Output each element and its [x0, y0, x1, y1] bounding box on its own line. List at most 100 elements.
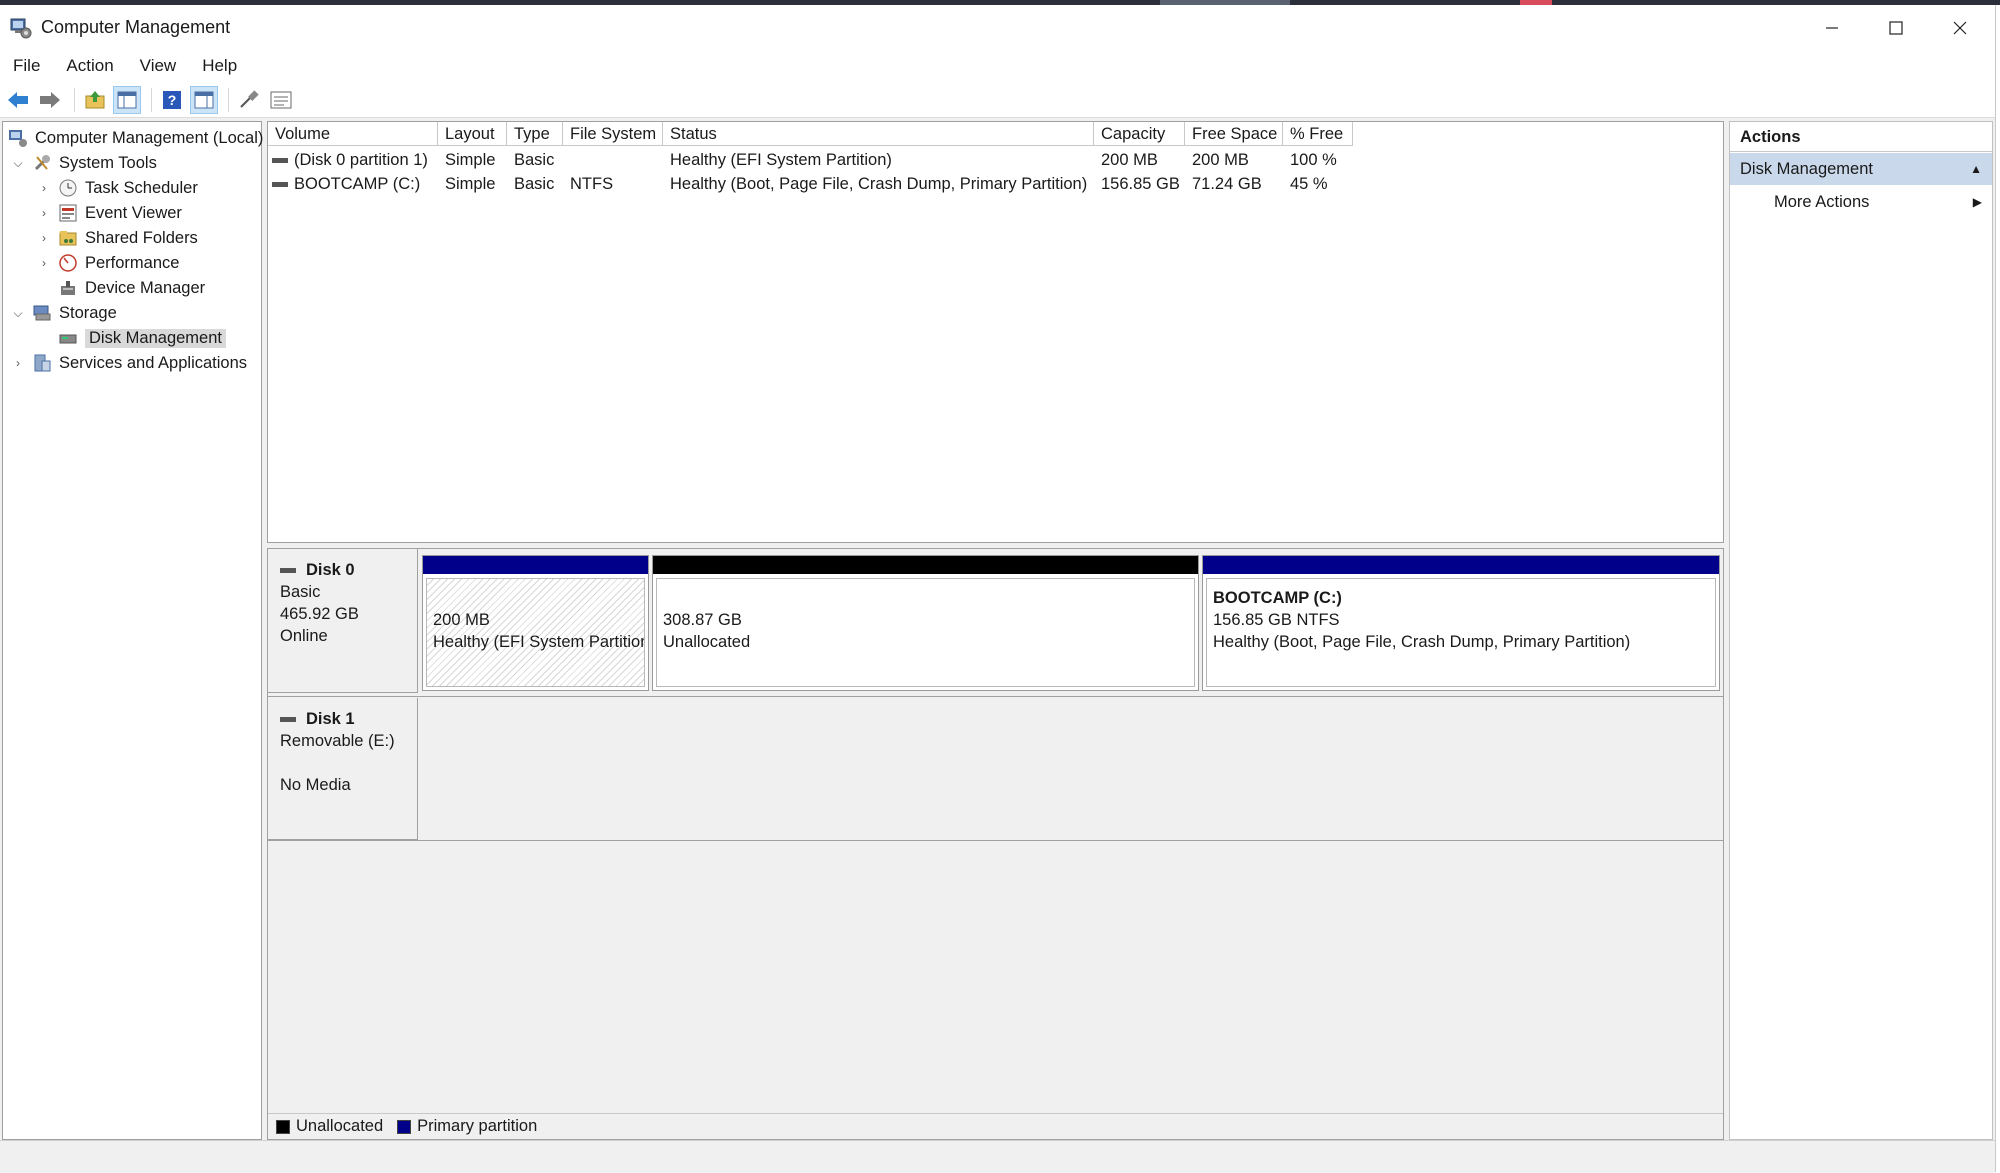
- disk-icon: [280, 567, 296, 573]
- properties-icon: [270, 91, 292, 108]
- file-system-cell: [563, 148, 663, 172]
- tree-item-task-scheduler[interactable]: › Task Scheduler: [37, 176, 198, 200]
- disk-0-label[interactable]: Disk 0 Basic 465.92 GB Online: [268, 549, 418, 693]
- partition-title: BOOTCAMP (C:): [1213, 589, 1342, 607]
- legend-label: Primary partition: [417, 1117, 538, 1135]
- tree-item-device-manager[interactable]: Device Manager: [57, 276, 205, 300]
- storage-icon: [31, 302, 53, 324]
- forward-button[interactable]: [36, 86, 64, 114]
- connect-button[interactable]: [235, 86, 263, 114]
- menu-action[interactable]: Action: [53, 50, 126, 82]
- show-hide-console-tree-button[interactable]: [113, 85, 141, 114]
- partition-efi[interactable]: 200 MB Healthy (EFI System Partition): [422, 555, 649, 691]
- volume-name: BOOTCAMP (C:): [294, 175, 421, 193]
- column-header-file-system[interactable]: File System: [563, 122, 663, 146]
- chevron-right-icon[interactable]: ›: [37, 231, 51, 245]
- minimize-button[interactable]: [1800, 5, 1864, 50]
- title-bar[interactable]: Computer Management: [0, 5, 1995, 50]
- tree-item-storage[interactable]: ⌵ Storage: [11, 301, 117, 325]
- partition-size: 200 MB: [433, 611, 490, 629]
- chevron-right-icon[interactable]: ›: [37, 206, 51, 220]
- actions-section-disk-management[interactable]: Disk Management ▲: [1730, 153, 1992, 185]
- partition-body: 308.87 GB Unallocated: [656, 578, 1195, 687]
- partition-status: Healthy (EFI System Partition): [433, 633, 645, 651]
- tree-item-system-tools[interactable]: ⌵ System Tools: [11, 151, 157, 175]
- partition-title: [433, 587, 644, 609]
- partition-status: Unallocated: [663, 633, 751, 651]
- chevron-right-icon[interactable]: ›: [11, 356, 25, 370]
- up-icon: [85, 90, 105, 108]
- tree-item-shared-folders[interactable]: › Shared Folders: [37, 226, 198, 250]
- disk-1-label[interactable]: Disk 1 Removable (E:) No Media: [268, 698, 418, 840]
- tree-label: System Tools: [59, 153, 157, 172]
- collapse-up-icon[interactable]: ▲: [1970, 153, 1982, 185]
- column-header-percent-free[interactable]: % Free: [1283, 122, 1353, 146]
- column-header-free-space[interactable]: Free Space: [1185, 122, 1283, 146]
- tree-label: Services and Applications: [59, 353, 248, 372]
- clock-icon: [57, 177, 79, 199]
- svg-text:?: ?: [168, 92, 177, 108]
- tree-item-event-viewer[interactable]: › Event Viewer: [37, 201, 182, 225]
- disk-name: Disk 0: [306, 561, 355, 579]
- maximize-button[interactable]: [1864, 5, 1928, 50]
- tree-item-performance[interactable]: › Performance: [37, 251, 179, 275]
- chevron-down-icon[interactable]: ⌵: [11, 306, 25, 321]
- chevron-right-icon[interactable]: ›: [37, 181, 51, 195]
- toolbar-separator: [228, 87, 229, 112]
- show-hide-action-pane-button[interactable]: [190, 85, 218, 114]
- tree-label: Event Viewer: [85, 203, 182, 222]
- help-button[interactable]: ?: [158, 86, 186, 114]
- tree-label: Disk Management: [85, 328, 226, 348]
- tree-item-computer-management[interactable]: Computer Management (Local): [7, 126, 263, 150]
- chevron-down-icon[interactable]: ⌵: [11, 156, 25, 171]
- more-actions-item[interactable]: More Actions ▶: [1730, 186, 1992, 218]
- menu-file[interactable]: File: [0, 50, 53, 82]
- tree-label: Storage: [59, 303, 117, 322]
- partition-body: 200 MB Healthy (EFI System Partition): [426, 578, 645, 687]
- partition-bootcamp[interactable]: BOOTCAMP (C:) 156.85 GB NTFS Healthy (Bo…: [1202, 555, 1720, 691]
- toolbar-separator: [74, 87, 75, 112]
- help-icon: ?: [163, 90, 181, 109]
- tree-item-services-and-applications[interactable]: › Services and Applications: [11, 351, 247, 375]
- connect-icon: [240, 89, 259, 108]
- submenu-arrow-icon: ▶: [1972, 195, 1982, 209]
- console-tree-pane: Computer Management (Local) ⌵ System Too…: [2, 121, 263, 1140]
- minimize-icon: [1826, 26, 1838, 29]
- legend-label: Unallocated: [296, 1117, 384, 1135]
- maximize-icon: [1889, 20, 1903, 35]
- partition-size: 308.87 GB: [663, 611, 742, 629]
- disk-name: Disk 1: [306, 710, 355, 728]
- show-hide-action-icon: [194, 91, 214, 108]
- volume-name: (Disk 0 partition 1): [294, 151, 428, 169]
- column-header-status[interactable]: Status: [663, 122, 1094, 146]
- menu-help[interactable]: Help: [189, 50, 250, 82]
- status-cell: Healthy (Boot, Page File, Crash Dump, Pr…: [670, 175, 1088, 193]
- file-system-cell: NTFS: [570, 175, 614, 193]
- menu-view[interactable]: View: [127, 50, 190, 82]
- computer-management-icon: [7, 127, 29, 149]
- partition-status: Healthy (Boot, Page File, Crash Dump, Pr…: [1213, 633, 1631, 651]
- actions-section-label: Disk Management: [1740, 160, 1873, 178]
- layout-cell: Simple: [445, 151, 496, 169]
- properties-button[interactable]: [267, 86, 295, 114]
- disk-type: Basic: [280, 583, 321, 601]
- column-header-layout[interactable]: Layout: [438, 122, 507, 146]
- column-header-type[interactable]: Type: [507, 122, 563, 146]
- tree-item-disk-management[interactable]: Disk Management: [57, 326, 226, 350]
- back-icon: [8, 91, 28, 108]
- partition-color-bar: [653, 556, 1198, 574]
- disk-divider: [268, 696, 1723, 697]
- performance-icon: [57, 252, 79, 274]
- partition-color-bar: [423, 556, 648, 574]
- up-one-level-button[interactable]: [81, 86, 109, 114]
- back-button[interactable]: [4, 86, 32, 114]
- chevron-right-icon[interactable]: ›: [37, 256, 51, 270]
- forward-icon: [40, 91, 60, 108]
- close-button[interactable]: [1928, 5, 1992, 50]
- tree-label: Shared Folders: [85, 228, 198, 247]
- column-header-capacity[interactable]: Capacity: [1094, 122, 1185, 146]
- partition-unallocated[interactable]: 308.87 GB Unallocated: [652, 555, 1199, 691]
- free-space-cell: 200 MB: [1192, 151, 1249, 169]
- disk-type: Removable (E:): [280, 732, 395, 750]
- column-header-volume[interactable]: Volume: [268, 122, 438, 146]
